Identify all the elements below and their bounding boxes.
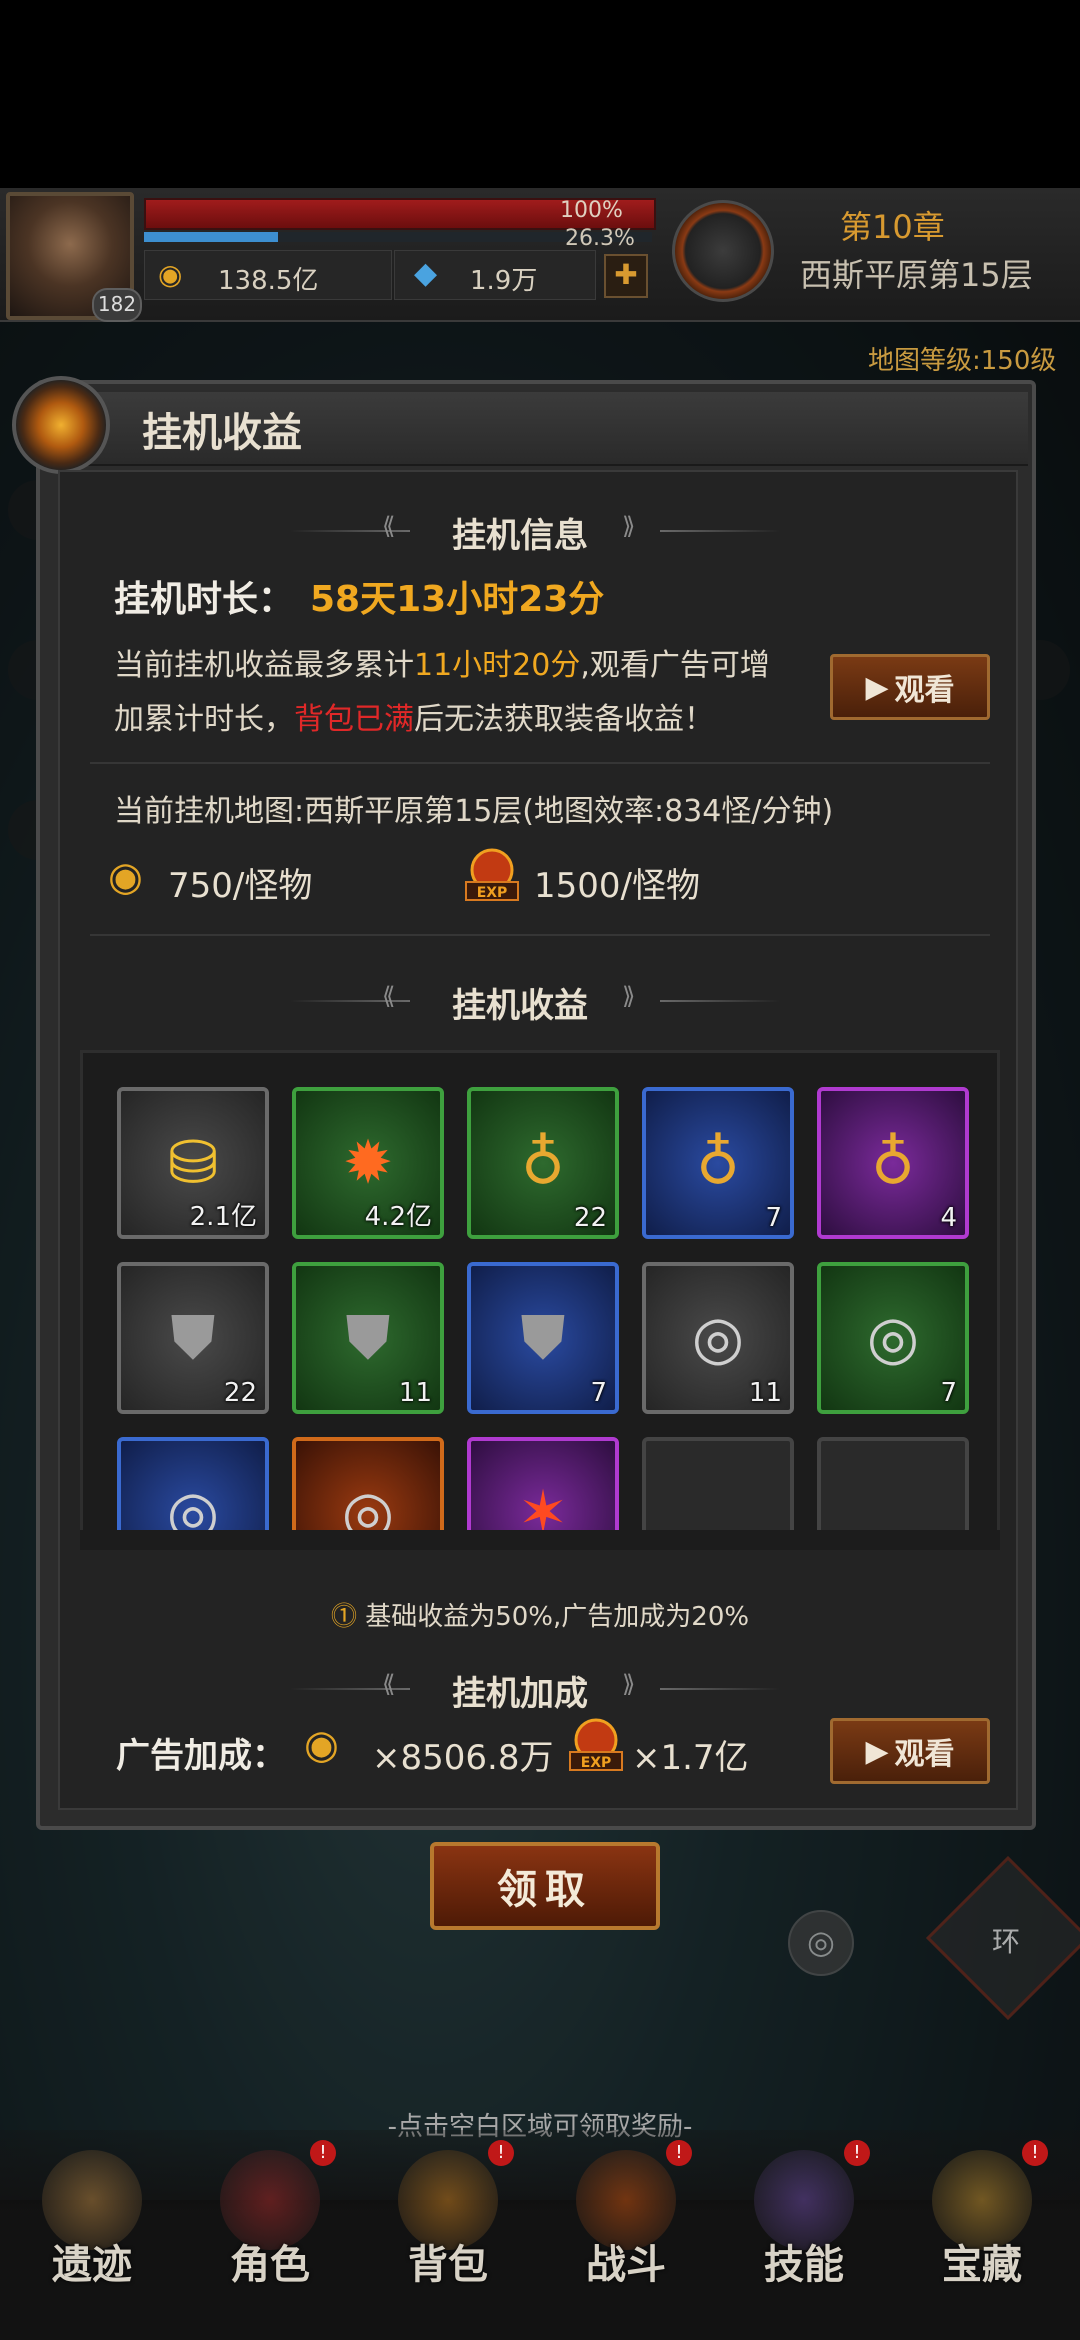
chapter-boss-icon[interactable] (672, 200, 774, 302)
exp-icon: EXP (569, 1718, 623, 1771)
reward-quantity: 7 (590, 1378, 607, 1408)
reward-quantity: 2.1亿 (189, 1202, 257, 1232)
xp-bar-fill (144, 232, 278, 242)
gem-amount: 1.9万 (470, 266, 538, 296)
nav-item-3[interactable]: 战斗! (538, 2140, 714, 2320)
section-divider-right (660, 1688, 780, 1690)
bonus-note: ⓵ 基础收益为50%,广告加成为20% (330, 1602, 750, 1632)
ad-bonus-label: 广告加成： (116, 1736, 286, 1776)
wing-ornament-icon: ⟫ (622, 982, 636, 1010)
reward-quantity: 4 (940, 1203, 957, 1233)
gold-coin-icon: ◉ (158, 258, 183, 291)
reward-slot-ring-green[interactable]: ◎ 7 (817, 1262, 969, 1414)
exp-icon: EXP (465, 848, 519, 901)
gold-amount: 138.5亿 (218, 266, 319, 296)
chapter-title: 第10章 (840, 208, 945, 246)
panel-title: 挂机收益 (142, 410, 302, 456)
reward-grid[interactable]: ⛁ 2.1亿 ✹ 4.2亿 ♁ 22 ♁ 7 ♁ 4 ⛊ 22 ⛊ 11 ⛊ 7 ◎ 11 ◎ 7 ◎ ◎ ✶ (80, 1050, 1000, 1550)
nav-item-2[interactable]: 背包! (360, 2140, 536, 2320)
nav-label: 角色 (230, 2242, 310, 2288)
notification-badge: ! (666, 2140, 692, 2166)
ad-bonus-exp: ×1.7亿 (632, 1738, 749, 1778)
idle-cap-hours: 11小时20分 (414, 648, 581, 683)
video-camera-icon: ▶ (865, 669, 889, 705)
nav-label: 宝藏 (942, 2242, 1022, 2288)
idle-cap-text: 当前挂机收益最多累计11小时20分,观看广告可增 (114, 648, 770, 683)
section-title-info: 挂机信息 (452, 516, 588, 556)
nav-label: 遗迹 (52, 2242, 132, 2288)
bag-full-text: 背包已满 (294, 702, 414, 737)
nav-item-4[interactable]: 技能! (716, 2140, 892, 2320)
player-level-badge: 182 (92, 288, 142, 322)
idle-duration-label: 挂机时长： (114, 579, 295, 620)
xp-percent: 26.3% (565, 226, 635, 251)
camera-icon[interactable]: ◎ (788, 1910, 854, 1976)
divider (90, 762, 990, 764)
section-divider-right (660, 1000, 780, 1002)
nav-label: 背包 (408, 2242, 488, 2288)
notification-badge: ! (844, 2140, 870, 2166)
svg-text:EXP: EXP (581, 1755, 612, 1771)
section-title-rewards: 挂机收益 (452, 986, 588, 1026)
ad-bonus-gold: ×8506.8万 (372, 1738, 554, 1778)
exp-per-monster: 1500/怪物 (534, 866, 700, 906)
reward-slot-loot-bag-purple[interactable]: ♁ 4 (817, 1087, 969, 1239)
watch-ad-button[interactable]: ▶ 观看 (830, 654, 990, 720)
add-currency-button[interactable]: ✚ (604, 254, 648, 298)
section-title-bonus: 挂机加成 (452, 1674, 588, 1714)
reward-slot-gold-pile[interactable]: ⛁ 2.1亿 (117, 1087, 269, 1239)
reward-quantity: 11 (748, 1378, 782, 1408)
reward-slot-ring-grey[interactable]: ◎ 11 (642, 1262, 794, 1414)
gold-coin-icon: ◉ (108, 854, 143, 900)
reward-slot-loot-bag-green[interactable]: ♁ 22 (467, 1087, 619, 1239)
gem-icon: ◆ (414, 256, 438, 291)
bag-full-warning: 加累计时长，背包已满后无法获取装备收益！ (114, 702, 714, 737)
notification-badge: ! (1022, 2140, 1048, 2166)
hp-percent: 100% (560, 198, 623, 223)
reward-slot-armor-green[interactable]: ⛊ 11 (292, 1262, 444, 1414)
reward-quantity: 11 (398, 1378, 432, 1408)
current-map-line: 当前挂机地图:西斯平原第15层(地图效率:834怪/分钟) (114, 794, 834, 829)
reward-slot-armor-grey[interactable]: ⛊ 22 (117, 1262, 269, 1414)
wing-ornament-icon: ⟫ (622, 512, 636, 540)
spellbook-icon (12, 376, 110, 474)
reward-quantity: 4.2亿 (364, 1202, 432, 1232)
watch-ad-bonus-button[interactable]: ▶ 观看 (830, 1718, 990, 1784)
reward-grid-fade (80, 1530, 1000, 1550)
claim-button[interactable]: 领取 (430, 1842, 660, 1930)
notification-badge: ! (488, 2140, 514, 2166)
video-camera-icon: ▶ (865, 1733, 889, 1769)
wing-ornament-icon: ⟫ (622, 1670, 636, 1698)
svg-text:EXP: EXP (477, 885, 508, 901)
nav-item-5[interactable]: 宝藏! (894, 2140, 1070, 2320)
reward-slot-loot-bag-blue[interactable]: ♁ 7 (642, 1087, 794, 1239)
idle-duration-value: 58天13小时23分 (310, 579, 605, 620)
chapter-map-name: 西斯平原第15层 (800, 256, 1033, 294)
nav-label: 技能 (764, 2242, 844, 2288)
reward-quantity: 7 (940, 1378, 957, 1408)
reward-quantity: 22 (573, 1203, 607, 1233)
gold-coin-icon: ◉ (304, 1722, 339, 1768)
gold-per-monster: 750/怪物 (168, 866, 313, 906)
nav-item-1[interactable]: 角色! (182, 2140, 358, 2320)
nav-item-0[interactable]: 遗迹 (4, 2140, 180, 2320)
reward-slot-exp-orb[interactable]: ✹ 4.2亿 (292, 1087, 444, 1239)
alert-icon: ⓵ (330, 1602, 357, 1632)
notification-badge: ! (310, 2140, 336, 2166)
reward-slot-armor-blue[interactable]: ⛊ 7 (467, 1262, 619, 1414)
section-divider-right (660, 530, 780, 532)
map-level-text: 地图等级:150级 (868, 346, 1057, 376)
divider (90, 934, 990, 936)
reward-quantity: 22 (223, 1378, 257, 1408)
nav-label: 战斗 (586, 2242, 666, 2288)
reward-quantity: 7 (765, 1203, 782, 1233)
loop-label: 环 (992, 1925, 1021, 1958)
